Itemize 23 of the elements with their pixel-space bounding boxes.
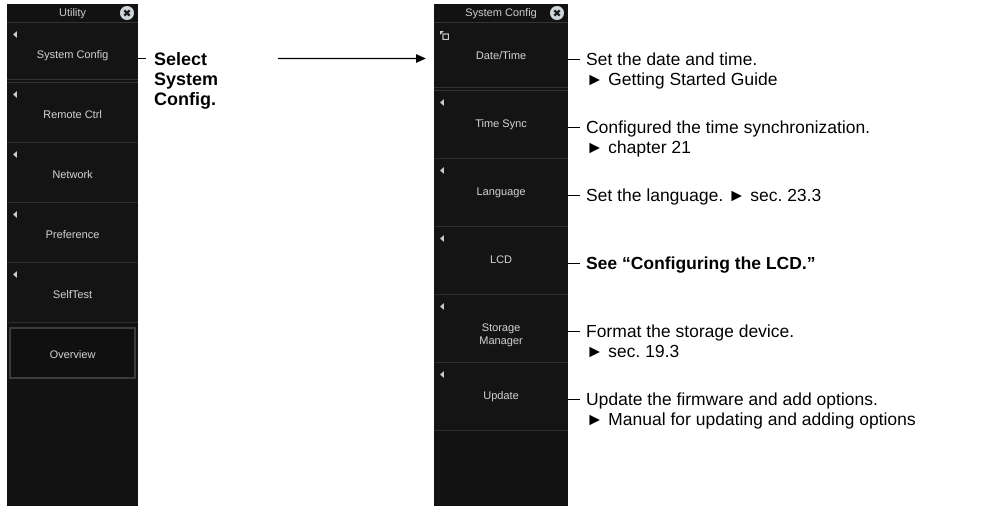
description-text: Set the date and time. ► Getting Started Guide (586, 49, 778, 89)
window-icon (440, 31, 449, 40)
close-icon[interactable] (120, 6, 134, 20)
menu-item[interactable]: Overview (9, 327, 136, 379)
triangle-icon (440, 303, 444, 310)
triangle-icon (440, 167, 444, 174)
triangle-icon (13, 211, 17, 218)
triangle-icon (440, 99, 444, 106)
menu-title: Utility (59, 7, 86, 19)
description-text: Configured the time synchronization. ► chapter 21 (586, 117, 872, 157)
description-text: Format the storage device. ► sec. 19.3 (586, 321, 796, 361)
triangle-icon (440, 235, 444, 242)
menu-title: System Config (465, 7, 537, 19)
description-text: Set the language. ► sec. 23.3 (586, 185, 822, 205)
triangle-icon (13, 271, 17, 278)
description-text: Update the firmware and add options. ► Manual for updating and adding options (586, 389, 917, 429)
close-icon[interactable] (550, 6, 564, 20)
triangle-icon (13, 91, 17, 98)
callout-text: Select System Config. (154, 49, 220, 109)
triangle-icon (13, 31, 17, 38)
triangle-icon (13, 151, 17, 158)
description-text: See “Configuring the LCD.” (586, 253, 816, 273)
triangle-icon (440, 371, 444, 378)
